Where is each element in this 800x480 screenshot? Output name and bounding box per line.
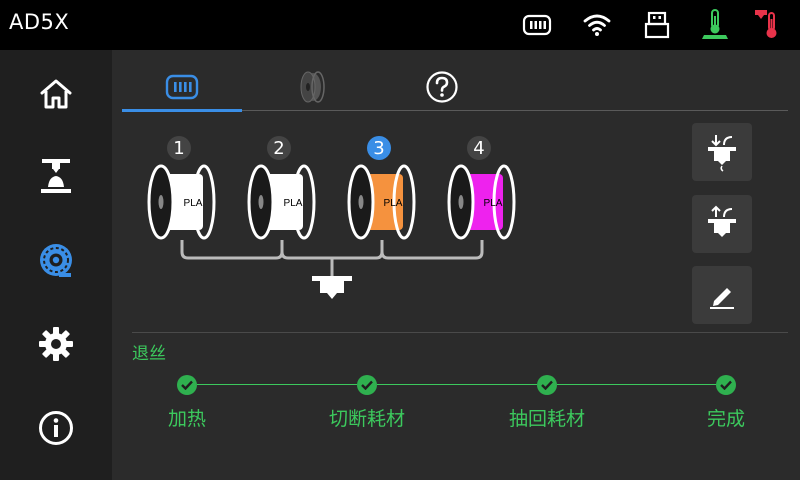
sidebar-item-settings[interactable]	[36, 324, 76, 364]
step-complete-icon	[177, 375, 197, 395]
spool-slot-2[interactable]: PLA	[247, 164, 317, 240]
toolhead-icon	[312, 276, 352, 281]
step-connector	[377, 384, 537, 385]
spool-slot-4[interactable]: PLA	[447, 164, 517, 240]
help-icon	[426, 71, 458, 103]
slot-number-3: 3	[367, 136, 391, 160]
gear-icon	[39, 327, 73, 361]
spool-material-label: PLA	[484, 198, 503, 209]
load-filament-button[interactable]	[692, 123, 752, 181]
tab-spool[interactable]	[252, 64, 372, 110]
process-title: 退丝	[132, 344, 166, 364]
bed-temperature-icon[interactable]	[698, 8, 732, 42]
filament-path-diagram	[180, 240, 484, 299]
wifi-icon[interactable]	[580, 8, 614, 42]
spool-icon	[300, 71, 325, 103]
sidebar-item-print[interactable]	[36, 156, 76, 196]
step-connector	[557, 384, 717, 385]
spool-slot-3[interactable]: PLA	[347, 164, 417, 240]
spool-material-label: PLA	[384, 198, 403, 209]
step-complete-icon	[357, 375, 377, 395]
spool-material-label: PLA	[284, 198, 303, 209]
step-connector	[197, 384, 357, 385]
step-label-retract: 抽回耗材	[508, 408, 585, 430]
slot-number-2: 2	[267, 136, 291, 160]
load-filament-icon	[708, 135, 736, 172]
unload-filament-icon	[708, 205, 736, 237]
step-label-done: 完成	[706, 408, 745, 430]
sidebar-item-filament[interactable]	[36, 240, 76, 280]
unload-filament-button[interactable]	[692, 195, 752, 253]
filament-unit-icon[interactable]	[520, 8, 554, 42]
top-bar: AD5X	[0, 0, 800, 50]
section-divider	[132, 332, 788, 333]
slot-number-4: 4	[467, 136, 491, 160]
home-icon	[40, 79, 72, 109]
step-label-heat: 加热	[167, 408, 206, 430]
edit-button[interactable]	[692, 266, 752, 324]
app-title: AD5X	[9, 10, 70, 34]
tab-help[interactable]	[382, 64, 502, 110]
step-complete-icon	[537, 375, 557, 395]
tab-filament-unit[interactable]	[122, 64, 242, 110]
sidebar	[0, 50, 112, 480]
spool-slot-1[interactable]: PLA	[147, 164, 217, 240]
step-complete-icon	[716, 375, 736, 395]
sidebar-item-info[interactable]	[36, 408, 76, 448]
spool-material-label: PLA	[184, 198, 203, 209]
tab-active-indicator	[122, 109, 242, 112]
sidebar-item-home[interactable]	[36, 74, 76, 114]
info-icon	[39, 411, 73, 445]
step-label-cut: 切断耗材	[328, 408, 405, 430]
nozzle-temperature-icon[interactable]	[752, 8, 786, 42]
edit-icon	[710, 288, 734, 309]
usb-icon[interactable]	[640, 8, 674, 42]
slot-number-1: 1	[167, 136, 191, 160]
filament-icon	[40, 244, 72, 277]
main-panel: 1 2 3 4 PLA PLA PLA PLA 退丝 加热 切断耗材 抽回耗材 …	[112, 50, 800, 480]
filament-unit-icon	[165, 74, 199, 100]
print-icon	[41, 159, 71, 193]
